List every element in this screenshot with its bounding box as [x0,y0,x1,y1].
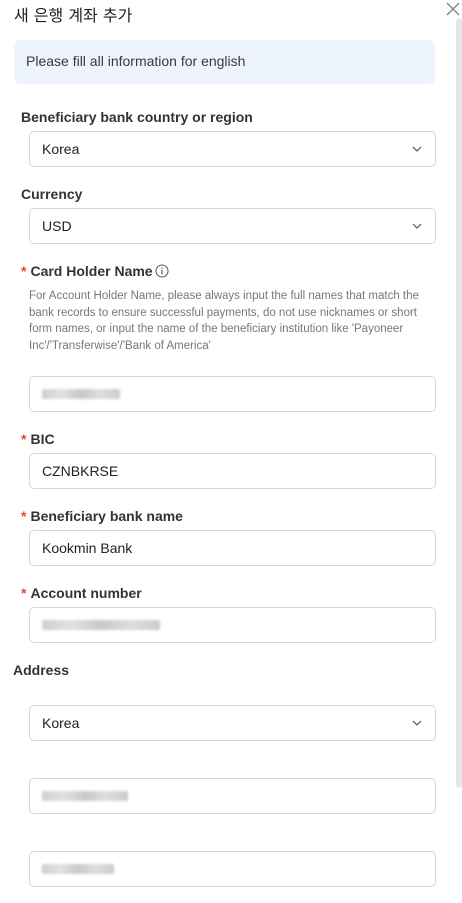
address-line1-input[interactable] [29,778,436,814]
bank-name-label-text: Beneficiary bank name [30,508,183,524]
required-mark: * [21,585,27,601]
country-label: Beneficiary bank country or region [21,109,253,125]
account-label-text: Account number [30,585,142,601]
notice-box: Please fill all information for english [14,40,435,84]
holder-name-input[interactable] [29,376,436,412]
account-number-input[interactable] [29,607,436,643]
country-select[interactable]: Korea [29,131,436,167]
required-mark: * [21,263,27,279]
bic-label-text: BIC [30,431,55,447]
bic-label: * BIC [21,431,55,447]
address-line2-input[interactable] [29,851,436,887]
info-icon[interactable] [155,264,169,278]
scrollbar[interactable] [456,18,462,788]
notice-text: Please fill all information for english [26,53,246,69]
redacted-value [42,389,120,399]
bic-input[interactable]: CZNBKRSE [29,453,436,489]
required-mark: * [21,508,27,524]
required-mark: * [21,431,27,447]
bank-name-value: Kookmin Bank [42,540,133,556]
chevron-down-icon [412,223,422,229]
holder-label: * Card Holder Name [21,263,169,279]
bic-value: CZNBKRSE [42,463,119,479]
currency-select[interactable]: USD [29,208,436,244]
dialog-title: 새 은행 계좌 추가 [14,6,133,25]
chevron-down-icon [412,146,422,152]
bank-name-label: * Beneficiary bank name [21,508,183,524]
address-title: Address [13,662,70,678]
currency-value: USD [42,218,72,234]
redacted-value [42,864,114,874]
address-country-value: Korea [42,715,80,731]
country-label-text: Beneficiary bank country or region [21,109,253,125]
close-icon[interactable] [444,0,462,18]
chevron-down-icon [412,720,422,726]
bank-name-input[interactable]: Kookmin Bank [29,530,436,566]
currency-label: Currency [21,186,82,202]
currency-label-text: Currency [21,186,83,202]
redacted-value [42,791,128,801]
holder-label-text: Card Holder Name [30,263,153,279]
holder-help-text: For Account Holder Name, please always i… [29,290,419,352]
account-label: * Account number [21,585,142,601]
country-value: Korea [42,141,80,157]
redacted-value [42,620,160,630]
address-country-select[interactable]: Korea [29,705,436,741]
